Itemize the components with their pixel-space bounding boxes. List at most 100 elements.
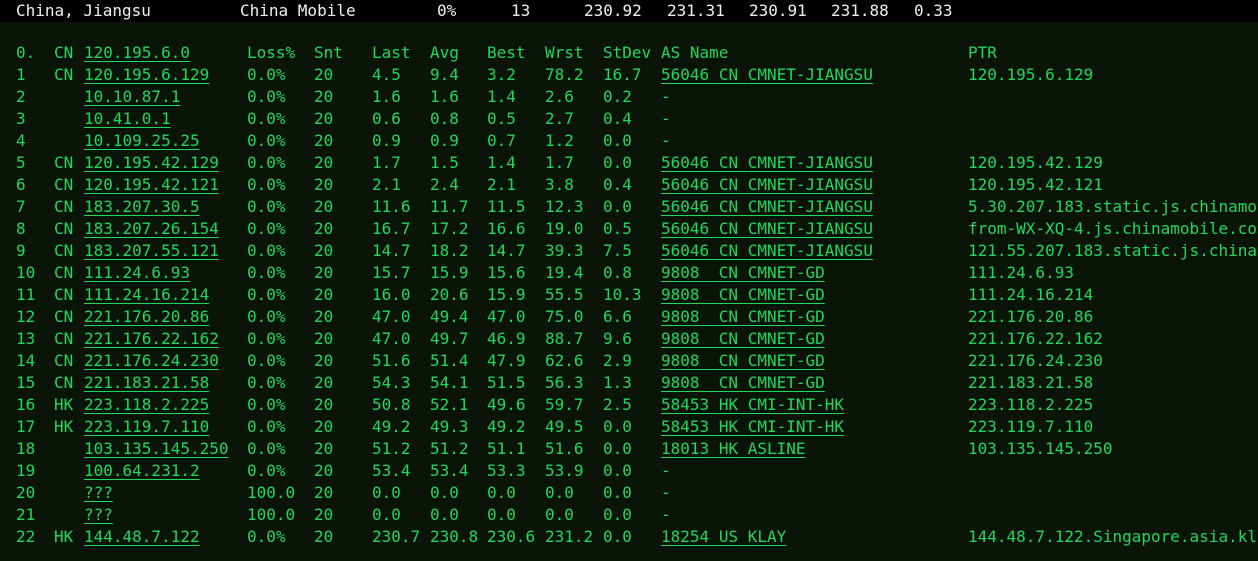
host-address[interactable]: 221.176.24.230 xyxy=(84,350,219,372)
country-code: CN xyxy=(54,153,74,172)
as-name[interactable]: 56046 CN CMNET-JIANGSU xyxy=(661,196,873,218)
host-address[interactable]: 221.176.20.86 xyxy=(84,306,209,328)
as-name[interactable]: 56046 CN CMNET-JIANGSU xyxy=(661,64,873,86)
host-address[interactable]: 111.24.6.93 xyxy=(84,262,190,284)
ptr-value: from-WX-XQ-4.js.chinamobile.co xyxy=(968,219,1257,238)
host-address[interactable]: 120.195.42.129 xyxy=(84,152,219,174)
stdev-value: 2.5 xyxy=(603,395,632,414)
as-org: KLAY xyxy=(747,527,787,546)
hop-row: 11 CN 111.24.16.214 0.0% 20 16.0 20.6 15.9 55.5 1… xyxy=(0,284,1258,306)
header-stdev: StDev xyxy=(603,43,652,62)
sent-value: 20 xyxy=(314,65,334,84)
as-number: 56046 xyxy=(661,65,710,84)
avg-value: 20.6 xyxy=(430,285,469,304)
hop-row: 10 CN 111.24.6.93 0.0% 20 15.7 15.9 15.6 19.4 0.8… xyxy=(0,262,1258,284)
host-address[interactable]: 223.118.2.225 xyxy=(84,394,209,416)
best-value: 15.6 xyxy=(487,263,526,282)
last-value: 0.6 xyxy=(372,109,401,128)
as-org: CMNET-JIANGSU xyxy=(747,197,873,216)
as-name[interactable]: 9808 CN CMNET-GD xyxy=(661,306,825,328)
hop-number: 6 xyxy=(16,175,26,194)
last-value: 14.7 xyxy=(372,241,411,260)
stdev-value: 0.0 xyxy=(603,197,632,216)
summary-last: 230.92 xyxy=(584,1,642,20)
ptr-value: 111.24.6.93 xyxy=(968,263,1074,282)
as-number: 18254 xyxy=(661,527,710,546)
hop-number: 21 xyxy=(16,505,36,524)
as-name: - xyxy=(661,108,671,130)
as-country: CN xyxy=(718,175,739,194)
last-value: 0.0 xyxy=(372,505,401,524)
ptr-value: 120.195.42.129 xyxy=(968,153,1103,172)
host-address[interactable]: 120.195.42.121 xyxy=(84,174,219,196)
as-number: - xyxy=(661,87,671,106)
as-name[interactable]: 9808 CN CMNET-GD xyxy=(661,350,825,372)
loss-value: 0.0% xyxy=(247,175,286,194)
host-address[interactable]: ??? xyxy=(84,482,113,504)
header-asname: AS Name xyxy=(661,43,729,62)
as-name[interactable]: 58453 HK CMI-INT-HK xyxy=(661,416,844,438)
worst-value: 0.0 xyxy=(545,505,574,524)
stdev-value: 0.4 xyxy=(603,109,632,128)
as-name[interactable]: 9808 CN CMNET-GD xyxy=(661,328,825,350)
loss-value: 0.0% xyxy=(247,219,286,238)
host-address[interactable]: 221.176.22.162 xyxy=(84,328,219,350)
avg-value: 2.4 xyxy=(430,175,459,194)
as-number: 56046 xyxy=(661,153,710,172)
loss-value: 0.0% xyxy=(247,351,286,370)
last-value: 50.8 xyxy=(372,395,411,414)
host-address[interactable]: 100.64.231.2 xyxy=(84,460,200,482)
summary-stdev: 0.33 xyxy=(914,1,953,20)
as-name[interactable]: 56046 CN CMNET-JIANGSU xyxy=(661,152,873,174)
host-address[interactable]: 120.195.6.129 xyxy=(84,64,209,86)
as-name[interactable]: 58453 HK CMI-INT-HK xyxy=(661,394,844,416)
avg-value: 17.2 xyxy=(430,219,469,238)
avg-value: 15.9 xyxy=(430,263,469,282)
as-name[interactable]: 56046 CN CMNET-JIANGSU xyxy=(661,174,873,196)
last-value: 1.6 xyxy=(372,87,401,106)
host-address[interactable]: 183.207.26.154 xyxy=(84,218,219,240)
ptr-value: 121.55.207.183.static.js.china xyxy=(968,241,1257,260)
as-name[interactable]: 9808 CN CMNET-GD xyxy=(661,284,825,306)
avg-value: 51.2 xyxy=(430,439,469,458)
sent-value: 20 xyxy=(314,175,334,194)
host-address[interactable]: 111.24.16.214 xyxy=(84,284,209,306)
as-number: 56046 xyxy=(661,241,710,260)
sent-value: 20 xyxy=(314,131,334,150)
host-address[interactable]: 103.135.145.250 xyxy=(84,438,229,460)
host-address[interactable]: 10.41.0.1 xyxy=(84,108,171,130)
as-name[interactable]: 56046 CN CMNET-JIANGSU xyxy=(661,218,873,240)
host-address[interactable]: 10.109.25.25 xyxy=(84,130,200,152)
as-name[interactable]: 18013 HK ASLINE xyxy=(661,438,806,460)
as-name: - xyxy=(661,482,671,504)
worst-value: 1.7 xyxy=(545,153,574,172)
header-avg: Avg xyxy=(430,43,459,62)
host-address[interactable]: ??? xyxy=(84,504,113,526)
hop-number: 8 xyxy=(16,219,26,238)
ptr-value: 221.176.22.162 xyxy=(968,329,1103,348)
hop-number: 18 xyxy=(16,439,36,458)
last-value: 4.5 xyxy=(372,65,401,84)
loss-value: 0.0% xyxy=(247,285,286,304)
as-number: 9808 xyxy=(661,351,700,370)
last-value: 15.7 xyxy=(372,263,411,282)
as-name[interactable]: 9808 CN CMNET-GD xyxy=(661,262,825,284)
hop-number: 2 xyxy=(16,87,26,106)
host-address[interactable]: 221.183.21.58 xyxy=(84,372,209,394)
host-address[interactable]: 223.119.7.110 xyxy=(84,416,209,438)
best-value: 0.7 xyxy=(487,131,516,150)
as-name[interactable]: 56046 CN CMNET-JIANGSU xyxy=(661,240,873,262)
as-name[interactable]: 18254 US KLAY xyxy=(661,526,786,548)
header-host[interactable]: 120.195.6.0 xyxy=(84,42,190,64)
loss-value: 0.0% xyxy=(247,153,286,172)
hop-row: 17 HK 223.119.7.110 0.0% 20 49.2 49.3 49.2 49.5 0… xyxy=(0,416,1258,438)
worst-value: 56.3 xyxy=(545,373,584,392)
hop-number: 14 xyxy=(16,351,36,370)
host-address[interactable]: 10.10.87.1 xyxy=(84,86,180,108)
host-address[interactable]: 144.48.7.122 xyxy=(84,526,200,548)
as-org: CMNET-JIANGSU xyxy=(747,175,873,194)
as-name[interactable]: 9808 CN CMNET-GD xyxy=(661,372,825,394)
as-org: ASLINE xyxy=(747,439,806,458)
host-address[interactable]: 183.207.55.121 xyxy=(84,240,219,262)
host-address[interactable]: 183.207.30.5 xyxy=(84,196,200,218)
